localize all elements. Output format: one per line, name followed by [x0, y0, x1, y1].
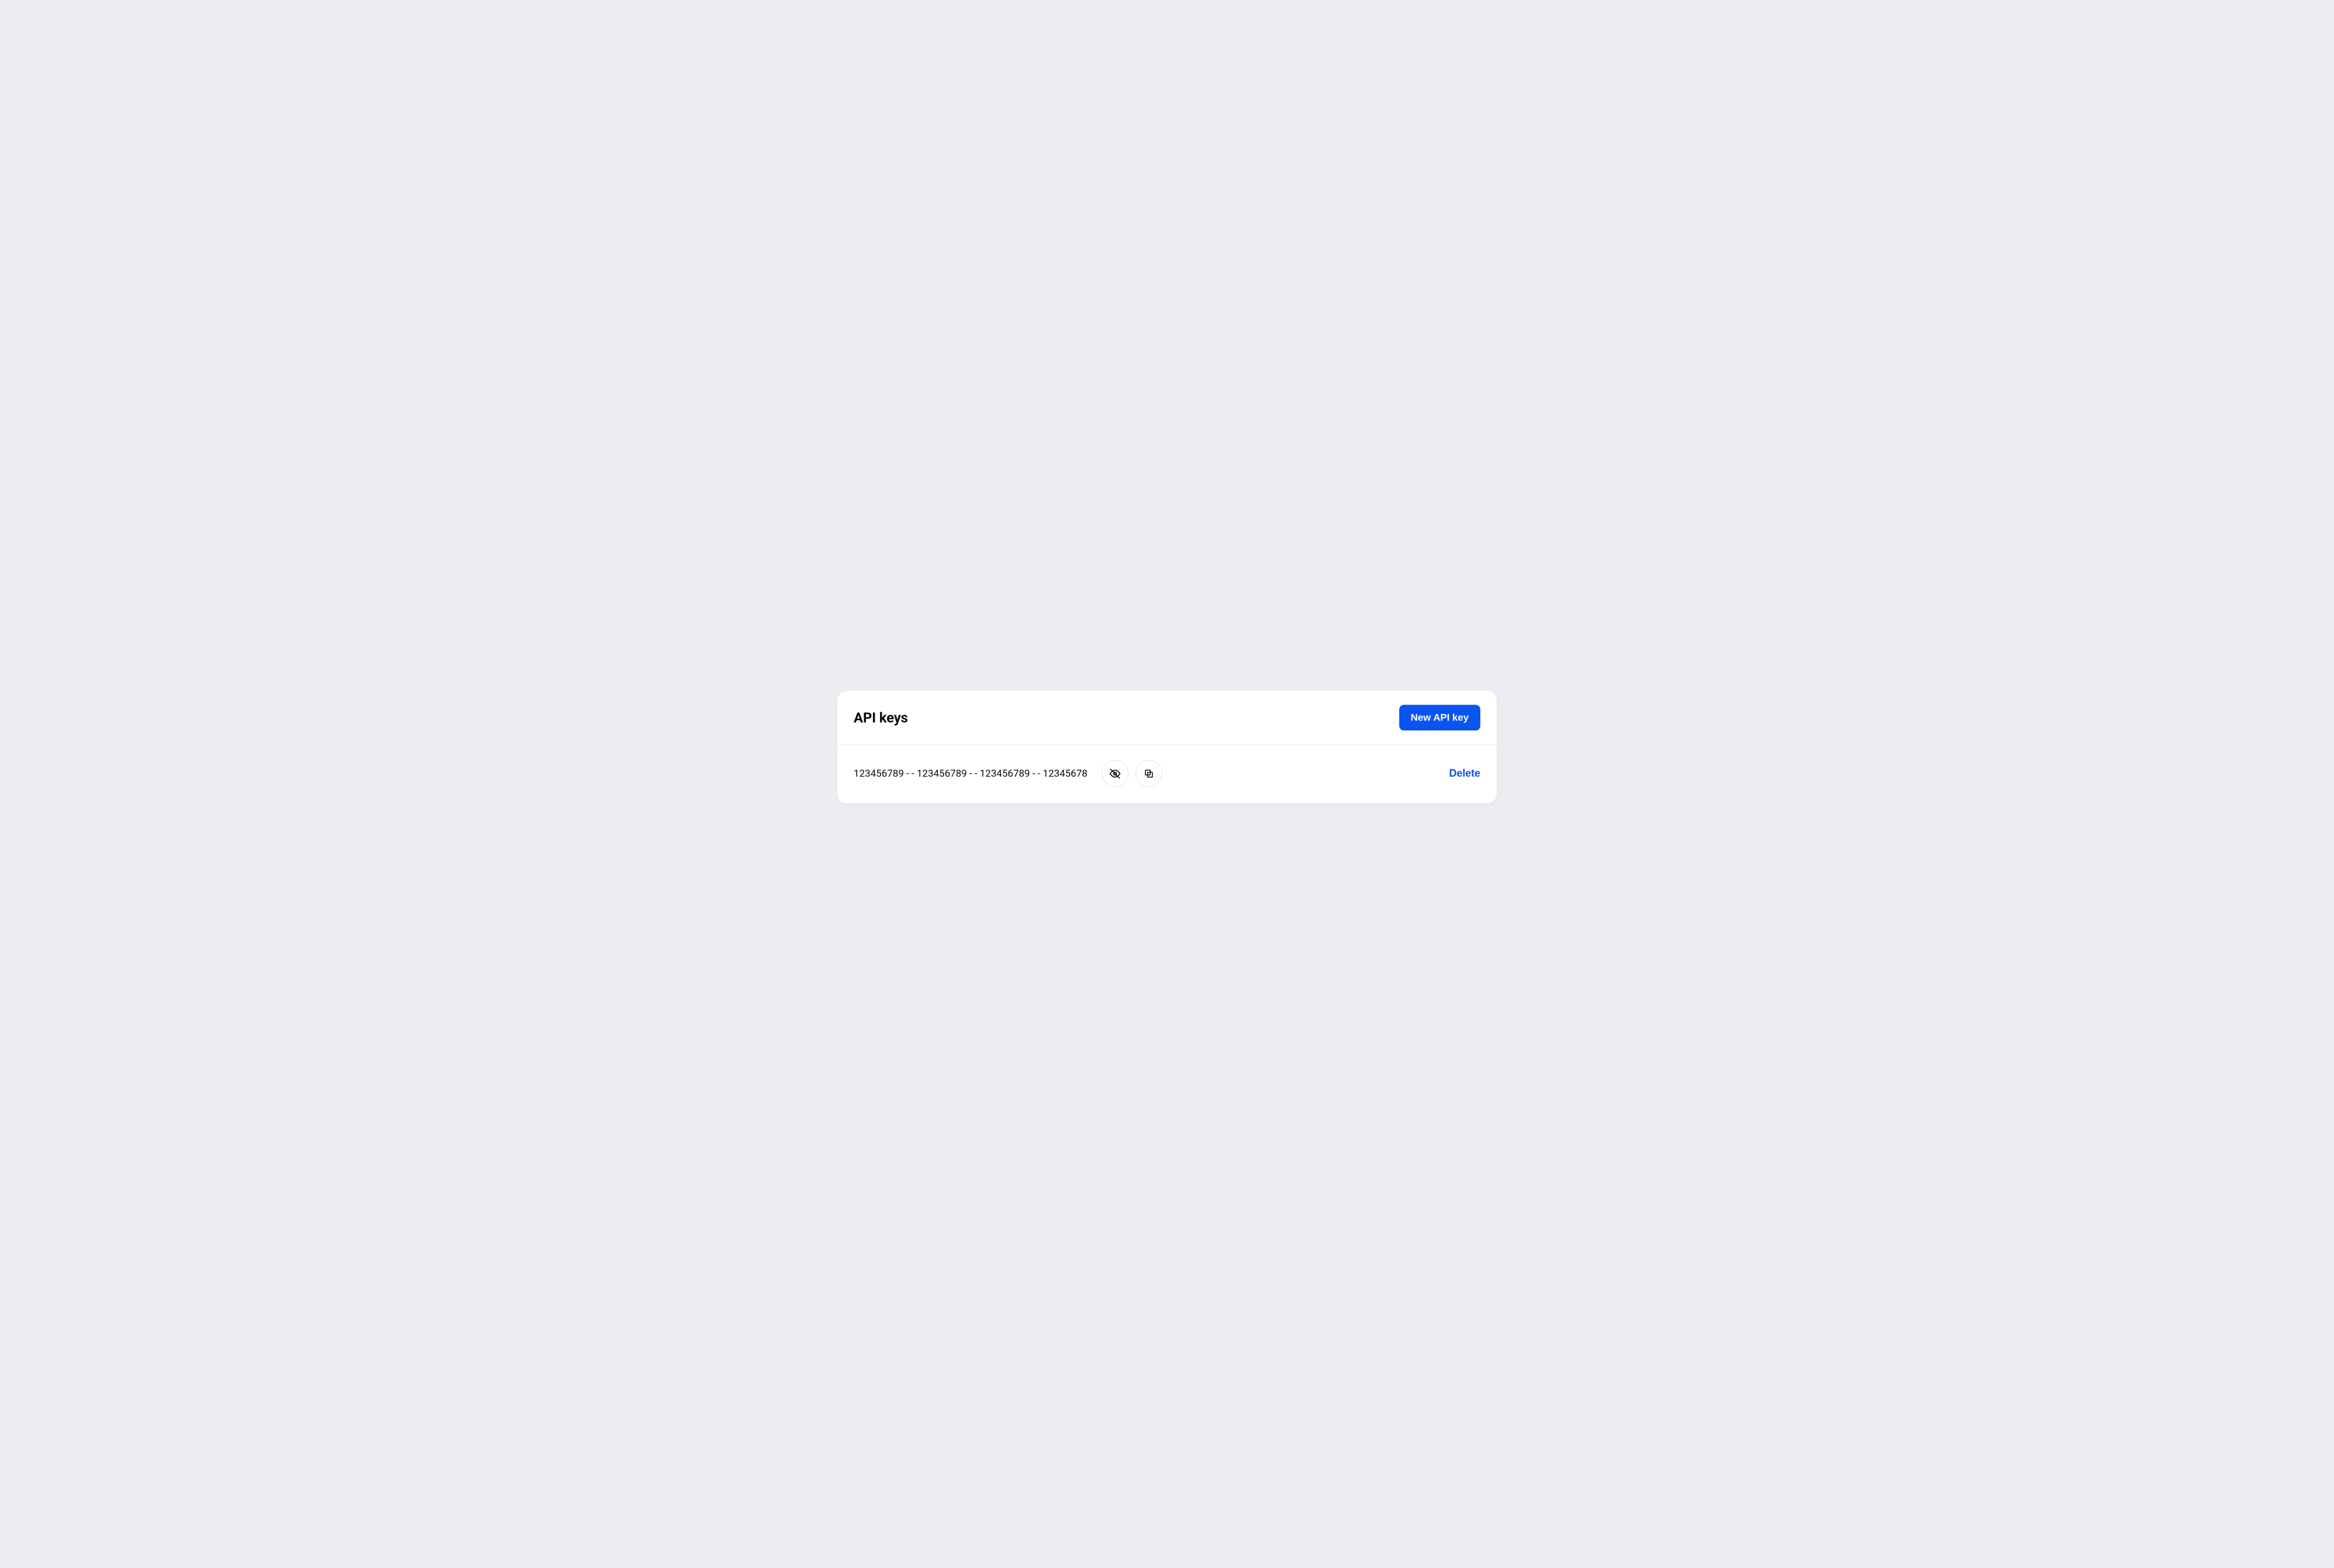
api-keys-card: API keys New API key 123456789 - - 12345… — [837, 691, 1497, 803]
page-viewport: API keys New API key 123456789 - - 12345… — [778, 728, 1556, 841]
card-title: API keys — [854, 709, 908, 726]
card-header: API keys New API key — [837, 691, 1497, 745]
api-key-row: 123456789 - - 123456789 - - 123456789 - … — [837, 745, 1497, 803]
toggle-visibility-button[interactable] — [1102, 760, 1128, 787]
copy-icon — [1144, 768, 1154, 779]
api-key-row-left: 123456789 - - 123456789 - - 123456789 - … — [854, 760, 1162, 787]
new-api-key-button[interactable]: New API key — [1399, 705, 1480, 730]
api-key-icon-group — [1102, 760, 1162, 787]
visibility-off-icon — [1109, 768, 1121, 779]
api-key-value: 123456789 - - 123456789 - - 123456789 - … — [854, 768, 1088, 779]
copy-button[interactable] — [1135, 760, 1162, 787]
delete-button[interactable]: Delete — [1449, 767, 1480, 779]
